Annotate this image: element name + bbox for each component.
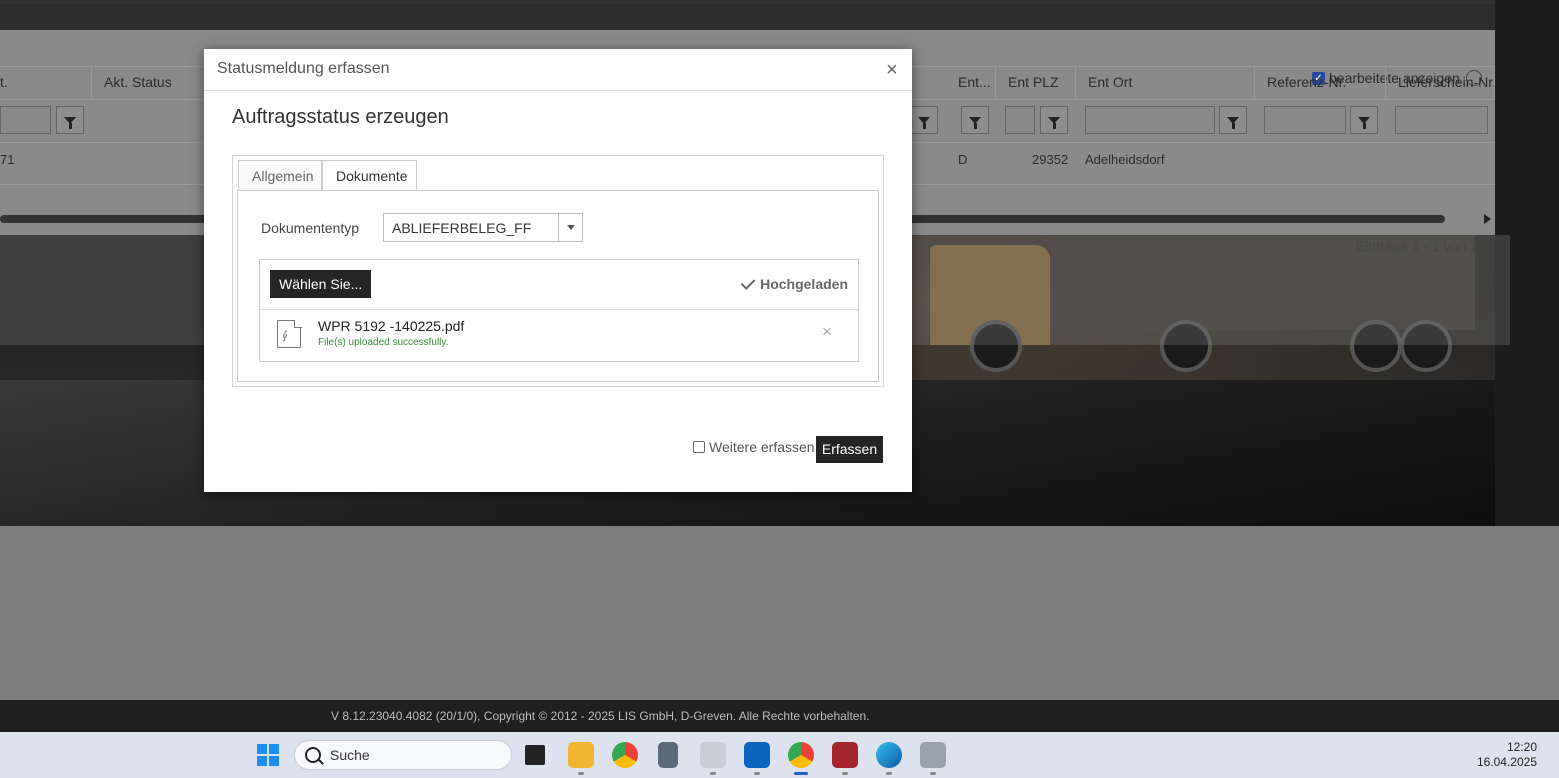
chrome-profile-icon[interactable] [788, 742, 814, 768]
running-indicator [930, 772, 936, 775]
more-capture-toggle[interactable]: Weitere erfassen [693, 439, 815, 455]
remove-file-icon[interactable]: × [822, 322, 832, 342]
file-explorer-icon[interactable] [568, 742, 594, 768]
filter-icon[interactable] [1219, 106, 1247, 134]
column-header-referenz[interactable]: Referenz-Nr. [1255, 67, 1386, 99]
documents-panel: Dokumententyp ABLIEFERBELEG_FF Wählen Si… [237, 190, 879, 382]
filter-input-referenz[interactable] [1264, 106, 1346, 134]
system-clock[interactable]: 12:20 16.04.2025 [1450, 740, 1537, 770]
top-strip [0, 0, 1495, 4]
more-capture-checkbox[interactable] [693, 441, 705, 453]
running-indicator [886, 772, 892, 775]
status-dialog: Statusmeldung erfassen × Auftragsstatus … [204, 49, 912, 492]
pdf-file-icon [277, 319, 302, 348]
access-icon[interactable] [832, 742, 858, 768]
chrome-icon[interactable] [612, 742, 638, 768]
edge-icon[interactable] [876, 742, 902, 768]
cell-plz: 29352 [1032, 152, 1069, 167]
section-title: Auftragsstatus erzeugen [232, 106, 449, 128]
app-footer: V 8.12.23040.4082 (20/1/0), Copyright © … [0, 700, 1559, 732]
running-indicator [842, 772, 848, 775]
running-indicator [710, 772, 716, 775]
choose-file-button[interactable]: Wählen Sie... [270, 270, 372, 298]
active-indicator [794, 772, 808, 775]
file-list-item: WPR 5192 -140225.pdf File(s) uploaded su… [260, 310, 858, 362]
cell-ent: D [958, 152, 968, 167]
taskbar-search[interactable]: Suche [294, 740, 512, 770]
filter-icon[interactable] [961, 106, 989, 134]
tab-dokumente[interactable]: Dokumente [322, 160, 417, 191]
running-indicator [754, 772, 760, 775]
column-header-ort[interactable]: Ent Ort [1076, 67, 1255, 99]
scroll-right-icon[interactable] [1484, 214, 1491, 224]
column-header[interactable]: t. [0, 67, 92, 99]
uploaded-label: Hochgeladen [760, 276, 848, 292]
filter-input-lieferschein[interactable] [1395, 106, 1488, 134]
doctype-label: Dokumententyp [261, 220, 360, 236]
search-icon [305, 747, 321, 763]
file-status: File(s) uploaded successfully. [318, 337, 449, 348]
task-view-icon[interactable] [525, 745, 545, 765]
filter-icon[interactable] [1350, 106, 1378, 134]
running-indicator [578, 772, 584, 775]
column-header-plz[interactable]: Ent PLZ [996, 67, 1076, 99]
outlook-icon[interactable] [744, 742, 770, 768]
filter-icon[interactable] [56, 106, 84, 134]
windows-start-icon[interactable] [257, 744, 279, 766]
doctype-value: ABLIEFERBELEG_FF [392, 220, 532, 236]
clock-date: 16.04.2025 [1476, 755, 1537, 769]
uploaded-status: Hochgeladen [740, 274, 848, 292]
dialog-title: Statusmeldung erfassen [217, 60, 390, 77]
cell-ort: Adelheidsdorf [1085, 152, 1165, 167]
column-header-status[interactable]: Akt. Status [92, 67, 212, 99]
cell: 71 [0, 152, 15, 167]
filter-icon[interactable] [910, 106, 938, 134]
chevron-down-icon[interactable] [558, 214, 583, 241]
upload-widget: Wählen Sie... Hochgeladen WPR 5192 -1402… [259, 259, 859, 362]
column-header-lieferschein[interactable]: Lieferschein-Nr. [1386, 67, 1495, 99]
close-icon[interactable]: × [886, 59, 898, 82]
printer-icon[interactable] [920, 742, 946, 768]
filter-icon[interactable] [1040, 106, 1068, 134]
check-icon [740, 274, 756, 290]
tab-allgemein[interactable]: Allgemein [238, 160, 322, 190]
scanner-icon[interactable] [700, 742, 726, 768]
file-name: WPR 5192 -140225.pdf [318, 318, 465, 334]
dialog-header: Statusmeldung erfassen × [204, 49, 912, 91]
taskbar: Suche 12:20 16.04.2025 [0, 732, 1559, 778]
column-header-ent[interactable]: Ent... [946, 67, 996, 99]
capture-button[interactable]: Erfassen [816, 436, 883, 463]
doctype-select[interactable]: ABLIEFERBELEG_FF [383, 213, 583, 242]
upload-toolbar: Wählen Sie... Hochgeladen [260, 260, 858, 310]
more-capture-label: Weitere erfassen [709, 439, 815, 455]
copyright-text: V 8.12.23040.4082 (20/1/0), Copyright © … [331, 709, 870, 723]
filter-input[interactable] [0, 106, 51, 134]
search-label: Suche [330, 747, 370, 763]
tab-container: Allgemein Dokumente Dokumententyp ABLIEF… [232, 155, 884, 387]
calculator-icon[interactable] [658, 742, 678, 768]
clock-time: 12:20 [1506, 740, 1537, 754]
filter-input-ort[interactable] [1085, 106, 1215, 134]
filter-input-plz[interactable] [1005, 106, 1035, 134]
